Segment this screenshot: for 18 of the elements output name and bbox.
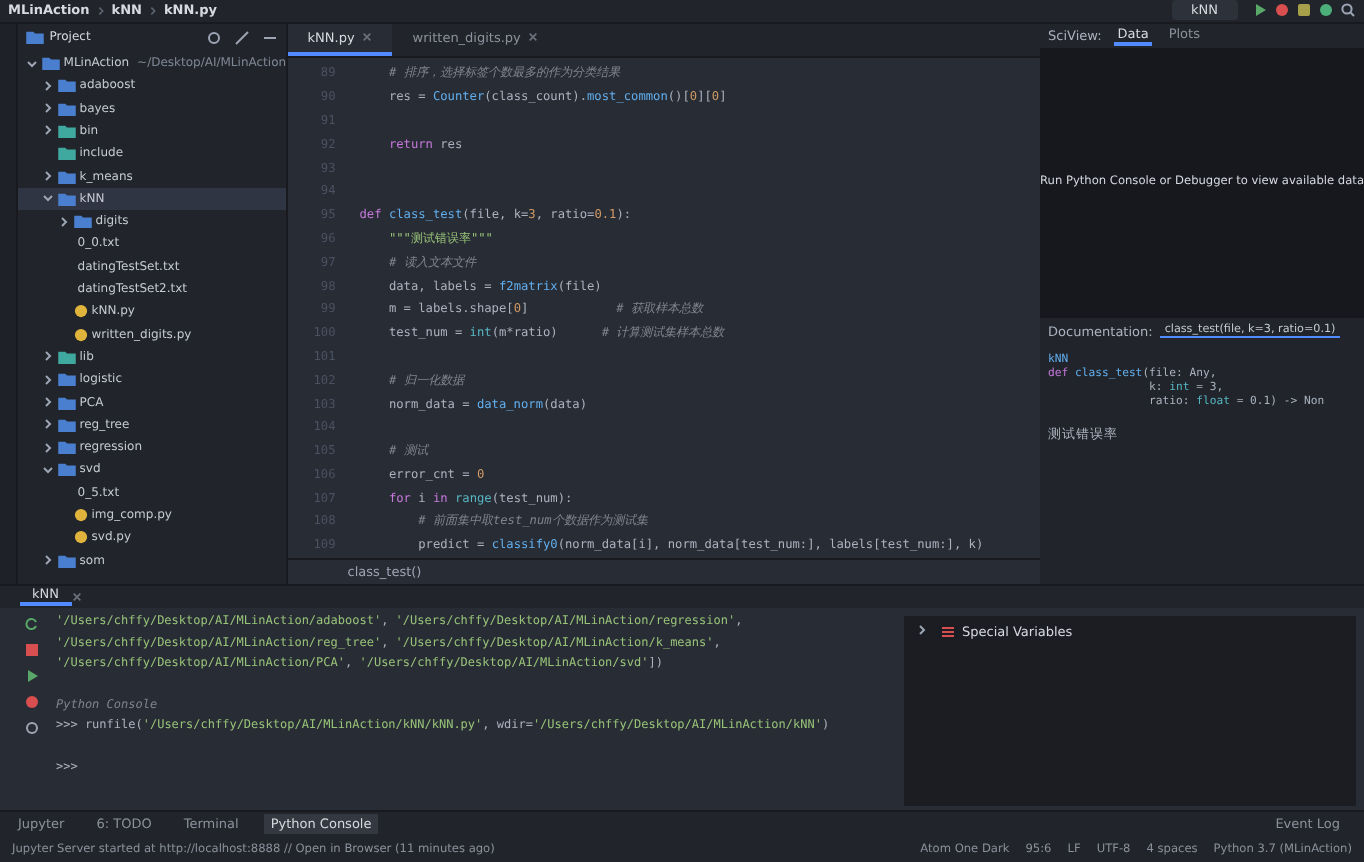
chevron-down-icon[interactable] — [25, 57, 38, 70]
chevron-right-icon[interactable] — [41, 170, 54, 183]
close-icon[interactable] — [362, 32, 373, 43]
close-icon[interactable] — [71, 591, 81, 602]
chevron-right-icon — [95, 5, 106, 16]
chevron-right-icon[interactable] — [41, 554, 54, 567]
search-icon[interactable] — [1340, 2, 1356, 19]
play-icon[interactable] — [1252, 2, 1268, 19]
chevron-right-icon — [147, 5, 158, 16]
folder-icon — [57, 553, 76, 568]
list-icon — [940, 623, 956, 640]
play-icon[interactable] — [23, 667, 39, 684]
close-icon[interactable] — [528, 32, 539, 43]
chevron-right-icon[interactable] — [916, 623, 928, 636]
chevron-down-icon[interactable] — [41, 463, 54, 476]
rerun-icon[interactable] — [23, 615, 39, 632]
chevron-right-icon[interactable] — [57, 215, 70, 228]
chevron-down-icon[interactable] — [41, 192, 54, 205]
